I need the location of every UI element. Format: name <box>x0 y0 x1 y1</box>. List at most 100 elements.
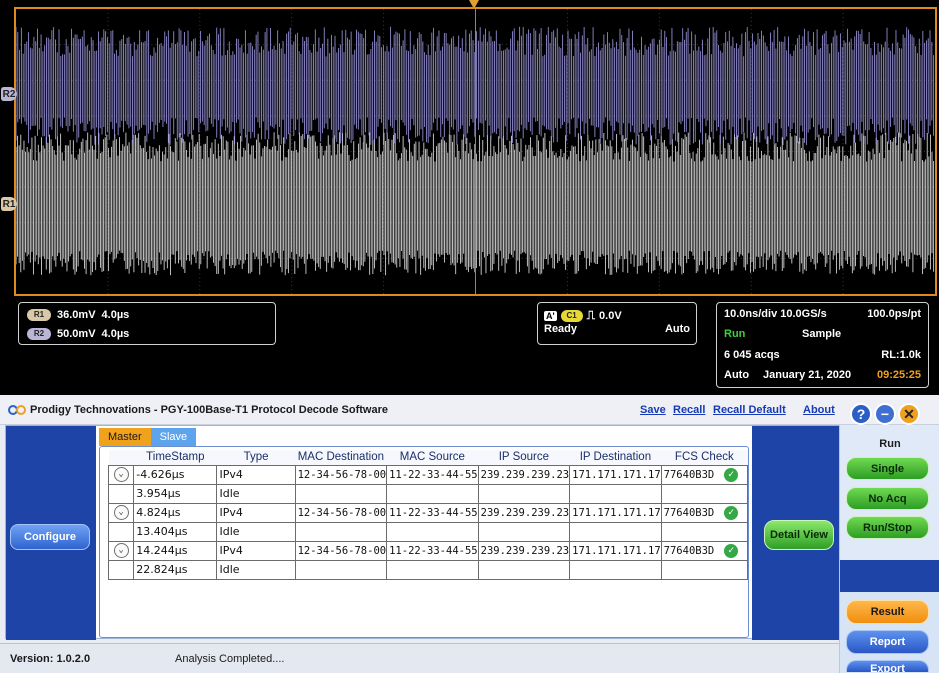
cell-mac-destination <box>294 483 388 504</box>
cell-timestamp-text: 3.954µs <box>136 487 181 500</box>
cell-mac-source <box>386 521 479 542</box>
cell-mac-destination-text: 12-34-56-78-00 <box>297 544 387 557</box>
trigger-state: Ready <box>544 323 578 335</box>
status-message: Analysis Completed.... <box>175 653 285 665</box>
table-row[interactable]: ⌄ -4.626µs IPv4 12-34-56-78-00 11-22-33-44-5… <box>107 464 748 485</box>
column-header-mac-destination[interactable]: MAC Destination <box>295 450 387 465</box>
sample-mode: Sample <box>802 328 842 340</box>
column-header-ip-source[interactable]: IP Source <box>478 450 570 465</box>
cell-mac-source-text: 11-22-33-44-55 <box>389 544 478 557</box>
cell-timestamp-text: 22.824µs <box>136 563 188 576</box>
cell-fcs-text: 77640B3D <box>663 468 715 481</box>
cell-expand: ⌄ <box>107 502 135 523</box>
cell-fcs: 77640B3D ✓ <box>660 464 748 485</box>
trigger-readout-box[interactable]: A' C1 ⎍ 0.0V Ready Auto <box>537 302 697 345</box>
table-row[interactable]: ⌄ 4.824µs IPv4 12-34-56-78-00 11-22-33-44-55… <box>107 502 748 523</box>
tab-master[interactable]: Master <box>99 428 151 446</box>
cell-mac-source <box>386 483 479 504</box>
r1-scale: 36.0mV <box>57 309 96 321</box>
table-row[interactable]: 22.824µs Idle <box>107 559 748 580</box>
column-header-mac-source[interactable]: MAC Source <box>386 450 479 465</box>
cell-type: Idle <box>216 559 296 580</box>
no-acq-button[interactable]: No Acq <box>846 487 929 510</box>
decode-table-container[interactable]: TimeStamp Type MAC Destination MAC Sourc… <box>99 446 749 638</box>
cell-ip-source <box>477 559 571 580</box>
expand-chevron-icon[interactable]: ⌄ <box>113 505 129 520</box>
run-stop-button[interactable]: Run/Stop <box>846 516 929 539</box>
cell-timestamp-text: 13.404µs <box>136 525 188 538</box>
run-state: Run <box>724 328 746 340</box>
save-link[interactable]: Save <box>640 404 666 416</box>
recall-link[interactable]: Recall <box>673 404 705 416</box>
close-button[interactable]: ✕ <box>898 403 920 425</box>
table-row[interactable]: 3.954µs Idle <box>107 483 748 504</box>
cell-type: Idle <box>216 521 296 542</box>
column-header-ip-destination[interactable]: IP Destination <box>569 450 662 465</box>
cell-mac-destination-text: 12-34-56-78-00 <box>297 468 387 481</box>
app-title-bar: Prodigy Technovations - PGY-100Base-T1 P… <box>0 395 939 425</box>
horizontal-scale: 10.0ns/div 10.0GS/s <box>724 308 827 320</box>
column-header-type[interactable]: Type <box>216 450 296 465</box>
control-column: Run Single No Acq Run/Stop Result Report… <box>839 425 939 673</box>
r2-scale: 50.0mV <box>57 328 96 340</box>
decode-panel: Configure Master Slave TimeStamp Type MA… <box>5 425 840 640</box>
cell-fcs <box>660 559 748 580</box>
cell-mac-source <box>386 559 479 580</box>
cell-mac-destination <box>294 521 388 542</box>
cell-timestamp: 3.954µs <box>133 483 218 504</box>
app-title: Prodigy Technovations - PGY-100Base-T1 P… <box>30 404 388 416</box>
fcs-ok-check-icon: ✓ <box>724 543 739 558</box>
status-bar: Version: 1.0.2.0 Analysis Completed.... <box>0 643 839 673</box>
decode-app-window: Prodigy Technovations - PGY-100Base-T1 P… <box>0 395 939 673</box>
column-header[interactable] <box>108 450 134 465</box>
help-button[interactable]: ? <box>850 403 872 425</box>
export-button[interactable]: Export <box>846 660 929 672</box>
column-header-fcs-check[interactable]: FCS Check <box>661 450 748 465</box>
r2-time: 4.0µs <box>101 328 130 340</box>
trigger-level: 0.0V <box>599 309 622 322</box>
recall-default-link[interactable]: Recall Default <box>713 404 786 416</box>
column-header-timestamp[interactable]: TimeStamp <box>133 450 217 465</box>
left-sidebar: Configure <box>6 426 96 640</box>
acquisition-readout-box[interactable]: 10.0ns/div 10.0GS/s 100.0ps/pt Run Sampl… <box>716 302 929 388</box>
table-header: TimeStamp Type MAC Destination MAC Sourc… <box>108 450 748 465</box>
cell-mac-source: 11-22-33-44-55 <box>386 540 479 561</box>
control-divider <box>840 560 939 592</box>
cell-mac-source: 11-22-33-44-55 <box>386 464 479 485</box>
cell-ip-source-text: 239.239.239.23 <box>480 544 570 557</box>
channel-readout-box[interactable]: R1 36.0mV 4.0µs R2 50.0mV 4.0µs <box>18 302 276 345</box>
about-link[interactable]: About <box>803 404 835 416</box>
table-row[interactable]: 13.404µs Idle <box>107 521 748 542</box>
report-button[interactable]: Report <box>846 630 929 654</box>
tab-slave[interactable]: Slave <box>150 428 197 446</box>
table-row[interactable]: ⌄ 14.244µs IPv4 12-34-56-78-00 11-22-33-44-5… <box>107 540 748 561</box>
expand-chevron-icon[interactable]: ⌄ <box>113 543 129 558</box>
acquisition-count: 6 045 acqs <box>724 349 780 361</box>
scope-date: January 21, 2020 <box>763 369 852 381</box>
cell-fcs: 77640B3D ✓ <box>660 502 748 523</box>
r1-badge: R1 <box>27 309 51 321</box>
cell-type: Idle <box>216 483 296 504</box>
detail-view-button[interactable]: Detail View <box>764 520 834 550</box>
expand-chevron-icon[interactable]: ⌄ <box>113 467 129 482</box>
minimize-button[interactable]: − <box>874 403 896 425</box>
cell-timestamp: 4.824µs <box>133 502 218 523</box>
configure-button[interactable]: Configure <box>10 524 90 550</box>
cell-ip-destination: 171.171.171.17 <box>569 464 662 485</box>
r2-ground-marker[interactable]: R2 <box>1 87 17 101</box>
channel-readout-r2[interactable]: R2 50.0mV 4.0µs <box>27 328 129 340</box>
waveform-graticule[interactable] <box>14 7 937 296</box>
cell-ip-destination <box>569 483 662 504</box>
cell-mac-destination <box>294 559 388 580</box>
acquire-trigger-mode: Auto <box>724 369 750 381</box>
channel-readout-r1[interactable]: R1 36.0mV 4.0µs <box>27 309 129 321</box>
waveform-canvas <box>16 9 935 294</box>
cell-mac-destination: 12-34-56-78-00 <box>294 540 388 561</box>
cell-fcs <box>660 483 748 504</box>
r1-ground-marker[interactable]: R1 <box>1 197 17 211</box>
cell-fcs-text: 77640B3D <box>663 506 715 519</box>
result-button[interactable]: Result <box>846 600 929 624</box>
cell-ip-destination: 171.171.171.17 <box>569 540 662 561</box>
single-button[interactable]: Single <box>846 457 929 480</box>
cell-fcs: 77640B3D ✓ <box>660 540 748 561</box>
